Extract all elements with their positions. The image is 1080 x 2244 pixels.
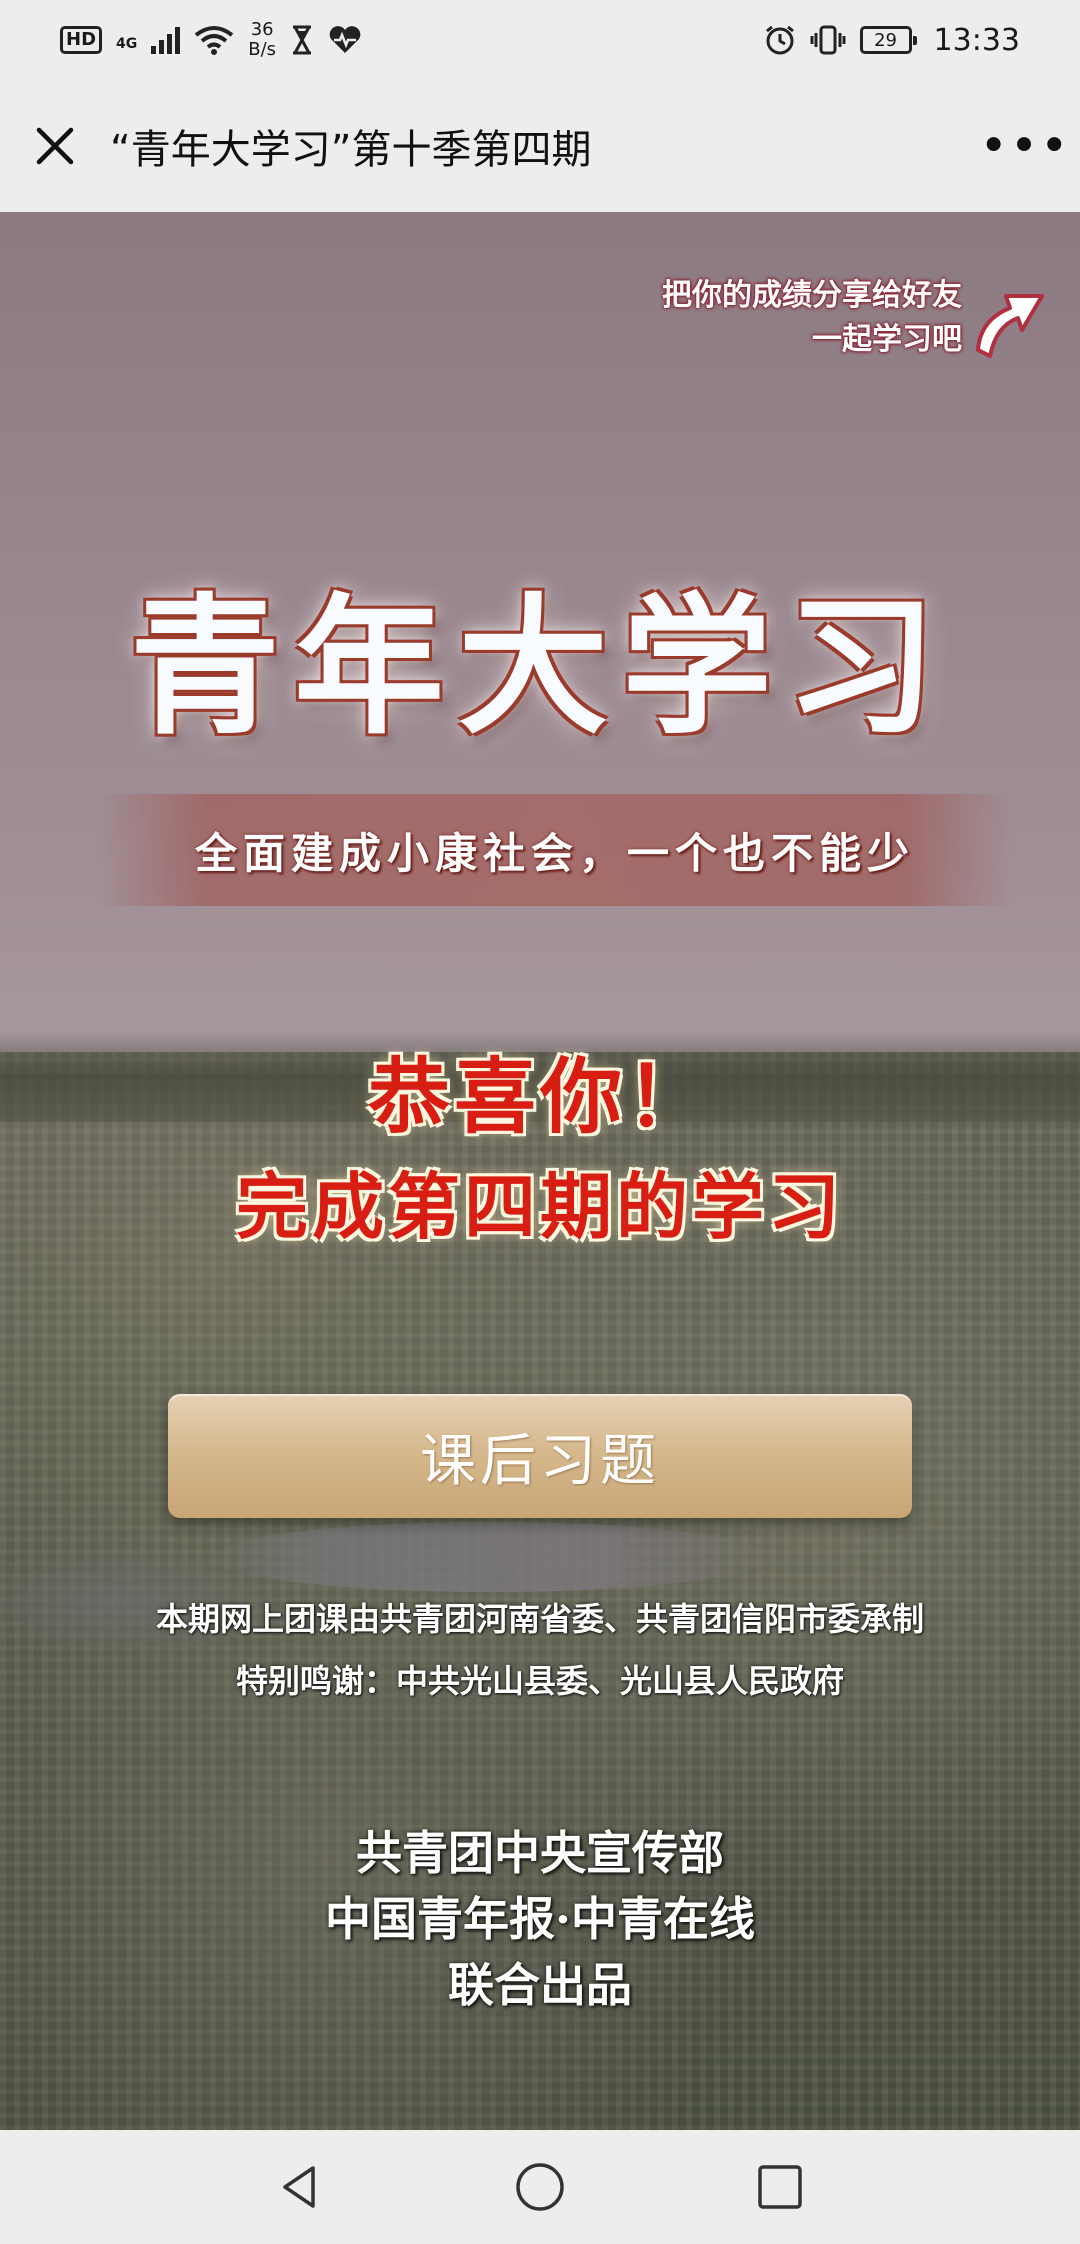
logo-title: 青年大学习 — [129, 579, 950, 755]
title-bar: “青年大学习”第十季第四期 ••• — [0, 80, 1080, 212]
battery-icon: 29 — [859, 26, 917, 54]
status-left: HD 4G 36 B/s — [60, 20, 362, 60]
home-button[interactable] — [495, 2142, 585, 2232]
heart-icon — [329, 26, 361, 53]
share-tip-line2: 一起学习吧 — [812, 322, 962, 357]
recents-button[interactable] — [735, 2142, 825, 2232]
slogan-banner: 全面建成小康社会，一个也不能少 — [95, 794, 1015, 906]
hourglass-icon — [293, 25, 312, 55]
congrats-heading: 恭喜你！ — [367, 1049, 712, 1145]
after-class-quiz-button[interactable]: 课后习题 — [168, 1394, 912, 1518]
close-icon — [36, 127, 74, 165]
producers: 共青团中央宣传部 中国青年报·中青在线 联合出品 — [0, 1820, 1080, 2018]
speed-value: 36 — [250, 19, 274, 40]
system-nav-bar — [0, 2130, 1080, 2244]
network-type: 4G — [116, 36, 138, 52]
back-button[interactable] — [255, 2142, 345, 2232]
hd-icon: HD — [60, 26, 103, 54]
producer-line-1: 共青团中央宣传部 — [356, 1826, 724, 1880]
share-tip-line1: 把你的成绩分享给好友 — [662, 278, 962, 313]
credit-line-producer: 本期网上团课由共青团河南省委、共青团信阳市委承制 — [155, 1600, 924, 1638]
status-bar: HD 4G 36 B/s 29 13:33 — [0, 0, 1080, 80]
speed-unit: B/s — [248, 39, 277, 60]
recents-square-icon — [758, 2165, 802, 2209]
alarm-icon — [765, 25, 794, 55]
back-triangle-icon — [283, 2166, 315, 2208]
slogan-text: 全面建成小康社会，一个也不能少 — [194, 828, 915, 878]
page-title: “青年大学习”第十季第四期 — [110, 127, 592, 173]
producer-line-3: 联合出品 — [448, 1958, 632, 2012]
share-arrow-icon — [976, 294, 1044, 358]
signal-icon — [151, 26, 181, 54]
quiz-button-label: 课后习题 — [420, 1428, 660, 1494]
close-button[interactable] — [0, 80, 110, 212]
clock: 13:33 — [933, 22, 1020, 58]
congrats-subheading: 完成第四期的学习 — [235, 1164, 844, 1249]
wifi-icon — [195, 26, 234, 55]
credits: 本期网上团课由共青团河南省委、共青团信阳市委承制 特别鸣谢：中共光山县委、光山县… — [0, 1588, 1080, 1712]
share-tip: 把你的成绩分享给好友 一起学习吧 — [662, 274, 962, 362]
more-menu-button[interactable]: ••• — [970, 80, 1080, 212]
pond-background — [210, 1522, 770, 1592]
content-area: 把你的成绩分享给好友 一起学习吧 青年大学习 全面建成小康社会，一个也不能少 恭… — [0, 212, 1080, 2130]
status-right: 29 13:33 — [764, 23, 1020, 58]
congrats-block: 恭喜你！ 完成第四期的学习 — [0, 1042, 1080, 1262]
producer-line-2: 中国青年报·中青在线 — [324, 1892, 755, 1946]
credit-line-thanks: 特别鸣谢：中共光山县委、光山县人民政府 — [235, 1662, 844, 1700]
network-speed: 36 B/s — [248, 20, 276, 60]
vibrate-icon — [810, 25, 846, 55]
home-circle-icon — [516, 2163, 564, 2211]
